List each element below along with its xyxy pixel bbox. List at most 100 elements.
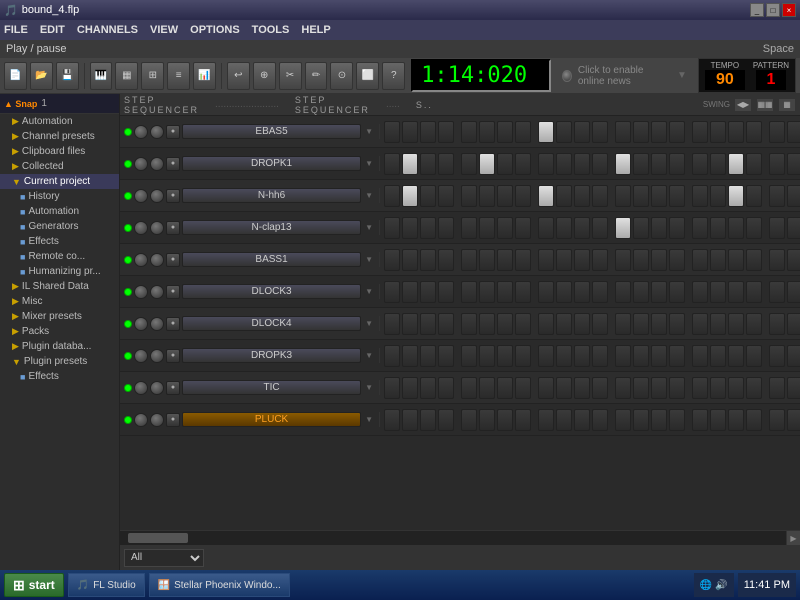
step-6-12[interactable] xyxy=(615,313,631,335)
step-9-8[interactable] xyxy=(538,409,554,431)
undo-button[interactable]: ↩ xyxy=(227,62,250,90)
step-6-18[interactable] xyxy=(728,313,744,335)
step-1-7[interactable] xyxy=(515,153,531,175)
step-8-16[interactable] xyxy=(692,377,708,399)
scrollbar-thumb[interactable] xyxy=(128,533,188,543)
step-4-13[interactable] xyxy=(633,249,649,271)
new-button[interactable]: 📄 xyxy=(4,62,27,90)
step-1-11[interactable] xyxy=(592,153,608,175)
step-9-7[interactable] xyxy=(515,409,531,431)
menu-tools[interactable]: TOOLS xyxy=(252,24,290,36)
row-knob-pan[interactable] xyxy=(150,349,164,363)
step-2-11[interactable] xyxy=(592,185,608,207)
step-7-14[interactable] xyxy=(651,345,667,367)
step-5-18[interactable] xyxy=(728,281,744,303)
step-0-7[interactable] xyxy=(515,121,531,143)
step-9-2[interactable] xyxy=(420,409,436,431)
step-7-21[interactable] xyxy=(787,345,800,367)
step-6-9[interactable] xyxy=(556,313,572,335)
row-knob-pan[interactable] xyxy=(150,253,164,267)
step-1-16[interactable] xyxy=(692,153,708,175)
row-knob-pan[interactable] xyxy=(150,317,164,331)
step-0-20[interactable] xyxy=(769,121,785,143)
step-7-20[interactable] xyxy=(769,345,785,367)
browser-item-effects[interactable]: ■ Effects xyxy=(0,234,119,249)
step-0-19[interactable] xyxy=(746,121,762,143)
mixer-button[interactable]: ⊞ xyxy=(141,62,164,90)
row-led[interactable] xyxy=(124,224,132,232)
step-7-18[interactable] xyxy=(728,345,744,367)
step-6-3[interactable] xyxy=(438,313,454,335)
step-8-13[interactable] xyxy=(633,377,649,399)
step-3-17[interactable] xyxy=(710,217,726,239)
step-5-8[interactable] xyxy=(538,281,554,303)
step-4-11[interactable] xyxy=(592,249,608,271)
step-1-14[interactable] xyxy=(651,153,667,175)
row-knob-volume[interactable] xyxy=(134,253,148,267)
step-1-1[interactable] xyxy=(402,153,418,175)
row-knob-pan[interactable] xyxy=(150,285,164,299)
step-7-9[interactable] xyxy=(556,345,572,367)
step-8-0[interactable] xyxy=(384,377,400,399)
step-8-15[interactable] xyxy=(669,377,685,399)
step-6-6[interactable] xyxy=(497,313,513,335)
step-6-16[interactable] xyxy=(692,313,708,335)
step-9-21[interactable] xyxy=(787,409,800,431)
step-1-0[interactable] xyxy=(384,153,400,175)
step-0-1[interactable] xyxy=(402,121,418,143)
step-1-15[interactable] xyxy=(669,153,685,175)
row-btn-mute[interactable]: ● xyxy=(166,157,180,171)
step-1-18[interactable] xyxy=(728,153,744,175)
pattern-control[interactable]: PATTERN 1 xyxy=(753,61,789,90)
step-0-17[interactable] xyxy=(710,121,726,143)
step-4-5[interactable] xyxy=(479,249,495,271)
step-3-7[interactable] xyxy=(515,217,531,239)
step-9-9[interactable] xyxy=(556,409,572,431)
step-6-13[interactable] xyxy=(633,313,649,335)
step-4-12[interactable] xyxy=(615,249,631,271)
step-1-5[interactable] xyxy=(479,153,495,175)
browser-item-collected[interactable]: ▶ Collected xyxy=(0,159,119,174)
step-8-20[interactable] xyxy=(769,377,785,399)
step-9-17[interactable] xyxy=(710,409,726,431)
step-3-1[interactable] xyxy=(402,217,418,239)
snap-value[interactable]: 1 xyxy=(41,98,47,109)
step-4-2[interactable] xyxy=(420,249,436,271)
question-button[interactable]: ? xyxy=(382,62,405,90)
seq-ctrl-2[interactable]: ▦▦ xyxy=(756,98,774,112)
step-1-3[interactable] xyxy=(438,153,454,175)
step-2-10[interactable] xyxy=(574,185,590,207)
browser-item-history[interactable]: ■ History xyxy=(0,189,119,204)
step-3-9[interactable] xyxy=(556,217,572,239)
open-button[interactable]: 📂 xyxy=(30,62,53,90)
step-6-20[interactable] xyxy=(769,313,785,335)
row-knob-volume[interactable] xyxy=(134,413,148,427)
menu-options[interactable]: OPTIONS xyxy=(190,24,240,36)
step-9-19[interactable] xyxy=(746,409,762,431)
step-7-13[interactable] xyxy=(633,345,649,367)
row-led[interactable] xyxy=(124,288,132,296)
step-0-6[interactable] xyxy=(497,121,513,143)
step-7-17[interactable] xyxy=(710,345,726,367)
step-5-1[interactable] xyxy=(402,281,418,303)
step-0-15[interactable] xyxy=(669,121,685,143)
step-3-18[interactable] xyxy=(728,217,744,239)
browser-item-current-project[interactable]: ▼ Current project xyxy=(0,174,119,189)
step-2-20[interactable] xyxy=(769,185,785,207)
step-2-6[interactable] xyxy=(497,185,513,207)
step-4-7[interactable] xyxy=(515,249,531,271)
row-knob-volume[interactable] xyxy=(134,317,148,331)
step-8-10[interactable] xyxy=(574,377,590,399)
step-8-3[interactable] xyxy=(438,377,454,399)
cut-button[interactable]: ✂ xyxy=(279,62,302,90)
step-0-9[interactable] xyxy=(556,121,572,143)
step-6-2[interactable] xyxy=(420,313,436,335)
step-2-16[interactable] xyxy=(692,185,708,207)
row-btn-mute[interactable]: ● xyxy=(166,221,180,235)
step-9-15[interactable] xyxy=(669,409,685,431)
row-btn-mute[interactable]: ● xyxy=(166,189,180,203)
step-7-16[interactable] xyxy=(692,345,708,367)
seq-ctrl-1[interactable]: ◀▶ xyxy=(734,98,752,112)
step-3-16[interactable] xyxy=(692,217,708,239)
step-5-4[interactable] xyxy=(461,281,477,303)
